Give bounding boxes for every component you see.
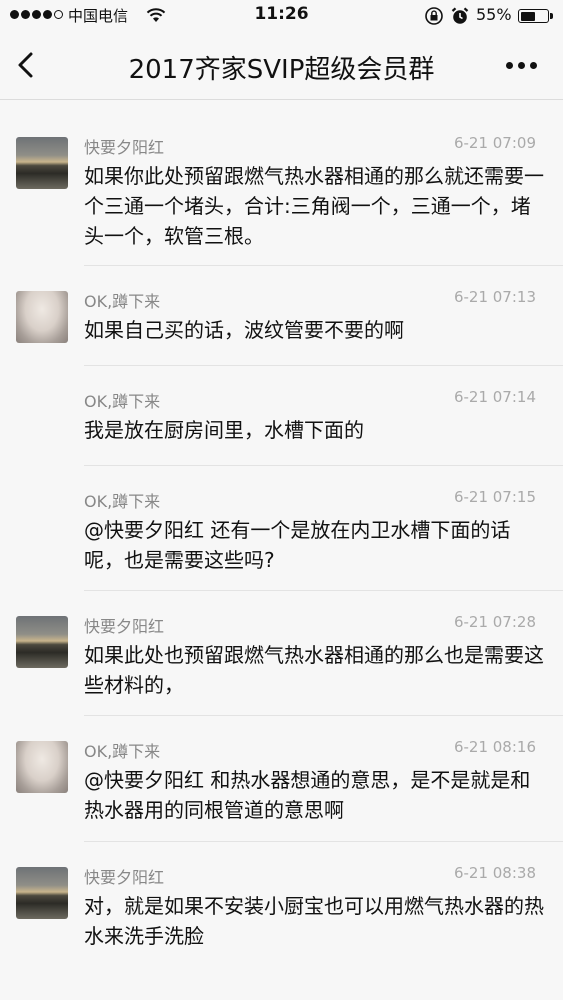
message-text: @快要夕阳红 还有一个是放在内卫水槽下面的话呢，也是需要这些吗?	[84, 518, 511, 572]
message-time: 6-21 07:28	[453, 613, 536, 631]
message-list[interactable]: 快要夕阳红 6-21 07:09 如果你此处预留跟燃气热水器相通的那么就还需要一…	[0, 101, 563, 1000]
sender-name: OK,蹲下来	[84, 392, 161, 411]
message-text: 对，就是如果不安装小厨宝也可以用燃气热水器的热水来洗手洗脸	[84, 894, 544, 948]
divider	[84, 841, 563, 842]
sunset-avatar[interactable]	[16, 867, 68, 919]
hand-avatar[interactable]	[16, 291, 68, 343]
sender-name: 快要夕阳红	[84, 138, 165, 157]
divider	[84, 715, 563, 716]
sender-name: OK,蹲下来	[84, 742, 161, 761]
message-time: 6-21 08:38	[453, 864, 536, 882]
message-time: 6-21 07:09	[453, 134, 536, 152]
divider	[84, 365, 563, 366]
chat-title: 2017齐家SVIP超级会员群	[128, 55, 435, 85]
message-text: 如果你此处预留跟燃气热水器相通的那么就还需要一个三通一个堵头，合计:三角阀一个，…	[84, 164, 544, 248]
message-time: 6-21 07:15	[453, 488, 536, 506]
divider	[84, 265, 563, 266]
nav-bar: 2017齐家SVIP超级会员群	[0, 32, 563, 100]
sender-name: OK,蹲下来	[84, 492, 161, 511]
status-bar: 中国电信 11:26 55%	[0, 0, 563, 32]
message-time: 6-21 08:16	[453, 738, 536, 756]
sender-name: 快要夕阳红	[84, 617, 165, 636]
sender-name: OK,蹲下来	[84, 292, 161, 311]
sunset-avatar[interactable]	[16, 137, 68, 189]
sunset-avatar[interactable]	[16, 616, 68, 668]
rotation-lock-icon	[425, 7, 443, 25]
message-text: 如果自己买的话，波纹管要不要的啊	[84, 318, 404, 342]
divider	[84, 590, 563, 591]
divider	[84, 465, 563, 466]
more-options-icon[interactable]	[506, 62, 537, 69]
alarm-icon	[451, 7, 469, 24]
sender-name: 快要夕阳红	[84, 868, 165, 887]
battery-icon	[518, 9, 549, 23]
message-text: @快要夕阳红 和热水器想通的意思，是不是就是和热水器用的同根管道的意思啊	[84, 768, 531, 822]
hand-avatar[interactable]	[16, 741, 68, 793]
message-time: 6-21 07:14	[453, 388, 536, 406]
message-text: 我是放在厨房间里，水槽下面的	[84, 418, 364, 442]
message-text: 如果此处也预留跟燃气热水器相通的那么也是需要这些材料的，	[84, 643, 544, 697]
message-time: 6-21 07:13	[453, 288, 536, 306]
back-arrow-icon[interactable]	[12, 48, 42, 82]
battery-percentage: 55%	[476, 5, 512, 24]
